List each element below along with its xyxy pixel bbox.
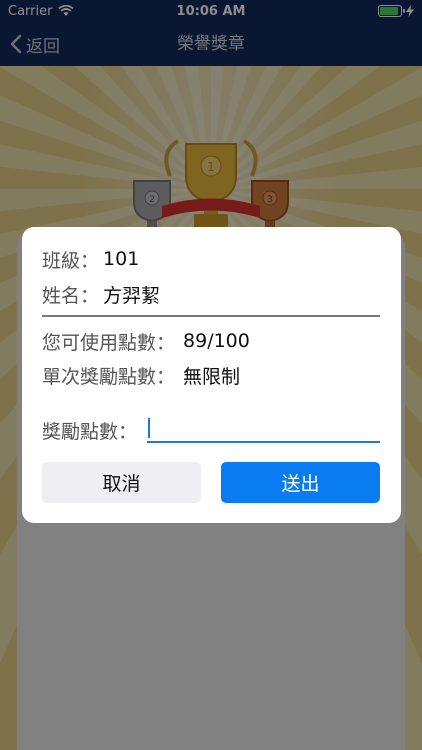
name-value: 方羿絜: [103, 284, 161, 307]
class-label: 班級：: [42, 249, 100, 272]
submit-button[interactable]: 送出: [221, 462, 380, 503]
cancel-button[interactable]: 取消: [42, 462, 201, 503]
class-value: 101: [103, 248, 140, 270]
reward-points-input[interactable]: [147, 415, 380, 443]
available-points-value: 89/100: [183, 330, 250, 352]
name-label: 姓名：: [42, 284, 100, 307]
text-caret: [148, 418, 150, 438]
name-row: 姓名： 方羿絜: [42, 280, 160, 308]
single-reward-row: 單次獎勵點數： 無限制: [42, 361, 240, 389]
class-row: 班級： 101: [42, 245, 139, 273]
divider: [42, 315, 380, 317]
available-points-label: 您可使用點數：: [42, 331, 176, 354]
single-reward-value: 無限制: [183, 365, 241, 388]
available-points-row: 您可使用點數： 89/100: [42, 327, 250, 355]
reward-dialog: 班級： 101 姓名： 方羿絜 您可使用點數： 89/100 單次獎勵點數： 無…: [22, 227, 401, 523]
reward-points-row: 獎勵點數：: [42, 416, 137, 444]
reward-points-label: 獎勵點數：: [42, 420, 138, 443]
single-reward-label: 單次獎勵點數：: [42, 365, 176, 388]
